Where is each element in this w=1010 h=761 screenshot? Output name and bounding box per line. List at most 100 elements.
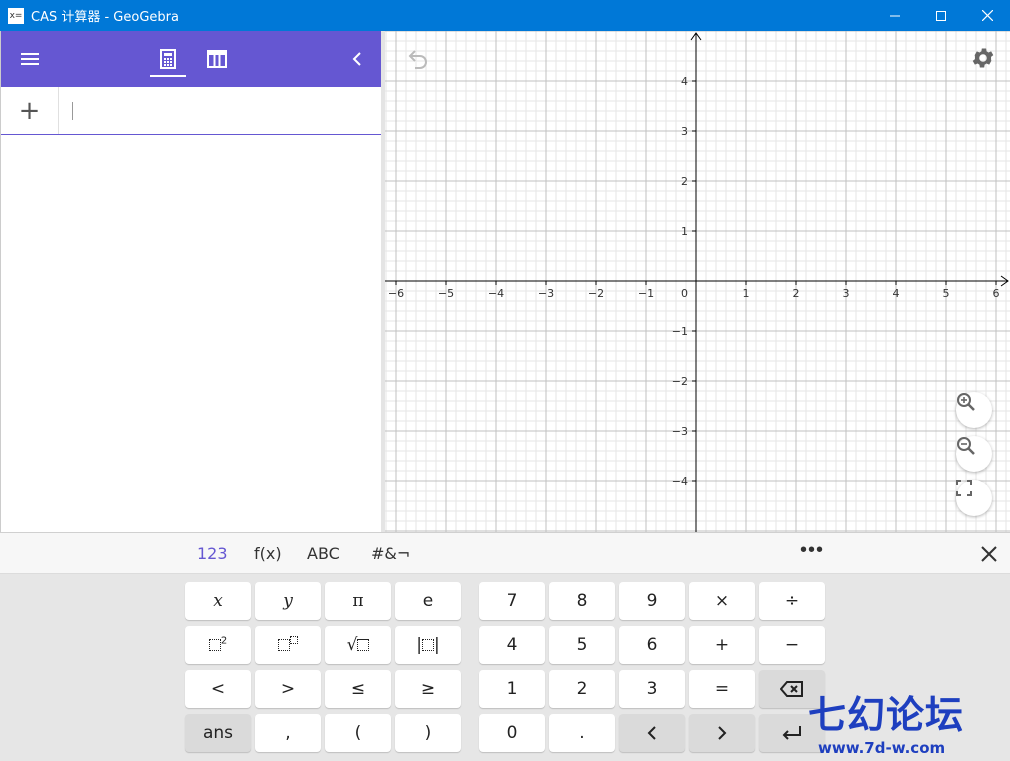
key-greater-equal[interactable]: ≥ bbox=[395, 670, 461, 708]
origin-label: 0 bbox=[681, 287, 688, 300]
key-pi[interactable]: π bbox=[325, 582, 391, 620]
key-close-paren[interactable]: ) bbox=[395, 714, 461, 752]
y-tick-label: 2 bbox=[681, 175, 688, 188]
x-tick-label: 2 bbox=[793, 287, 800, 300]
keyboard-tab-abc[interactable]: ABC bbox=[307, 544, 340, 563]
key-multiply[interactable]: × bbox=[689, 582, 755, 620]
fullscreen-button[interactable] bbox=[956, 480, 992, 516]
key-5[interactable]: 5 bbox=[549, 626, 615, 664]
table-tab[interactable] bbox=[202, 45, 232, 73]
x-tick-label: 4 bbox=[893, 287, 900, 300]
key-abs[interactable]: | | bbox=[395, 626, 461, 664]
placeholder-box-icon: 2 bbox=[208, 635, 227, 655]
table-icon bbox=[207, 50, 227, 68]
key-comma[interactable]: , bbox=[255, 714, 321, 752]
key-plus[interactable]: + bbox=[689, 626, 755, 664]
gear-icon bbox=[972, 48, 994, 68]
key-divide[interactable]: ÷ bbox=[759, 582, 825, 620]
chevron-left-icon bbox=[352, 52, 361, 66]
keyboard-tab-functions[interactable]: f(x) bbox=[254, 544, 282, 563]
calculator-tab[interactable] bbox=[153, 45, 183, 73]
watermark-brand-name: 七幻论坛 bbox=[808, 693, 965, 737]
fullscreen-icon bbox=[956, 480, 972, 496]
key-9[interactable]: 9 bbox=[619, 582, 685, 620]
key-greater-than[interactable]: > bbox=[255, 670, 321, 708]
zoom-in-icon bbox=[957, 393, 975, 411]
y-tick-label: 3 bbox=[681, 125, 688, 138]
close-keyboard-button[interactable] bbox=[978, 543, 1000, 565]
key-y[interactable]: y bbox=[255, 582, 321, 620]
undo-icon bbox=[408, 50, 427, 69]
y-tick-label: 4 bbox=[681, 75, 688, 88]
x-tick-label: −3 bbox=[538, 287, 554, 300]
maximize-icon bbox=[936, 10, 946, 21]
keyboard-tab-123[interactable]: 123 bbox=[197, 544, 228, 563]
key-0[interactable]: 0 bbox=[479, 714, 545, 752]
key-4[interactable]: 4 bbox=[479, 626, 545, 664]
close-window-button[interactable] bbox=[964, 0, 1010, 31]
zoom-out-button[interactable] bbox=[956, 436, 992, 472]
minimize-icon bbox=[890, 15, 900, 16]
key-equals[interactable]: = bbox=[689, 670, 755, 708]
graphics-view[interactable]: −6 −5 −4 −3 −2 −1 1 2 3 4 5 6 4 3 2 1 −1 −2 −3 −4 0 bbox=[385, 31, 1010, 532]
enter-icon bbox=[782, 726, 801, 740]
key-e[interactable]: e bbox=[395, 582, 461, 620]
keyboard-tab-symbols[interactable]: #&¬ bbox=[371, 544, 410, 563]
watermark-url: www.7d-w.com bbox=[818, 739, 946, 757]
key-power[interactable] bbox=[255, 626, 321, 664]
maximize-button[interactable] bbox=[918, 0, 964, 31]
undo-button[interactable] bbox=[403, 47, 431, 71]
text-caret bbox=[72, 102, 73, 120]
active-tab-indicator bbox=[150, 75, 186, 77]
key-open-paren[interactable]: ( bbox=[325, 714, 391, 752]
close-icon bbox=[981, 546, 997, 562]
key-3[interactable]: 3 bbox=[619, 670, 685, 708]
collapse-button[interactable] bbox=[345, 47, 369, 71]
key-1[interactable]: 1 bbox=[479, 670, 545, 708]
watermark-brand: 七幻论坛 www.7d-w.com bbox=[808, 684, 1008, 757]
minimize-button[interactable] bbox=[872, 0, 918, 31]
key-cursor-right[interactable] bbox=[689, 714, 755, 752]
y-tick-label: −4 bbox=[672, 475, 688, 488]
key-less-equal[interactable]: ≤ bbox=[325, 670, 391, 708]
absolute-value-icon: | | bbox=[416, 635, 440, 655]
x-tick-label: 3 bbox=[843, 287, 850, 300]
key-ans[interactable]: ans bbox=[185, 714, 251, 752]
zoom-out-icon bbox=[957, 437, 975, 455]
key-x[interactable]: x bbox=[185, 582, 251, 620]
key-cursor-left[interactable] bbox=[619, 714, 685, 752]
settings-button[interactable] bbox=[970, 45, 996, 71]
close-icon bbox=[981, 10, 993, 21]
x-tick-label: −4 bbox=[488, 287, 504, 300]
x-tick-label: 1 bbox=[743, 287, 750, 300]
key-decimal[interactable]: . bbox=[549, 714, 615, 752]
y-tick-label: −2 bbox=[672, 375, 688, 388]
algebra-input-row: + bbox=[1, 87, 381, 135]
app-icon: x= bbox=[8, 7, 24, 24]
zoom-in-button[interactable] bbox=[956, 392, 992, 428]
y-tick-label: −3 bbox=[672, 425, 688, 438]
key-6[interactable]: 6 bbox=[619, 626, 685, 664]
x-tick-label: 6 bbox=[993, 287, 1000, 300]
arrow-left-icon bbox=[647, 726, 656, 740]
y-tick-label: −1 bbox=[672, 325, 688, 338]
keyboard-tabs: 123 f(x) ABC #&¬ ••• bbox=[0, 533, 1010, 574]
key-square[interactable]: 2 bbox=[185, 626, 251, 664]
algebra-input[interactable] bbox=[60, 87, 381, 134]
x-tick-label: −1 bbox=[638, 287, 654, 300]
power-icon bbox=[278, 635, 298, 655]
key-8[interactable]: 8 bbox=[549, 582, 615, 620]
backspace-icon bbox=[780, 681, 803, 697]
window-titlebar: x= CAS 计算器 - GeoGebra bbox=[0, 0, 1010, 31]
algebra-panel: + bbox=[0, 31, 381, 532]
key-minus[interactable]: − bbox=[759, 626, 825, 664]
key-less-than[interactable]: < bbox=[185, 670, 251, 708]
add-item-button[interactable]: + bbox=[1, 87, 59, 134]
menu-button[interactable] bbox=[15, 47, 45, 71]
key-sqrt[interactable]: √ bbox=[325, 626, 391, 664]
more-options-button[interactable]: ••• bbox=[800, 539, 824, 562]
key-2[interactable]: 2 bbox=[549, 670, 615, 708]
sqrt-icon: √ bbox=[347, 635, 370, 655]
window-title: CAS 计算器 - GeoGebra bbox=[31, 10, 179, 25]
key-7[interactable]: 7 bbox=[479, 582, 545, 620]
